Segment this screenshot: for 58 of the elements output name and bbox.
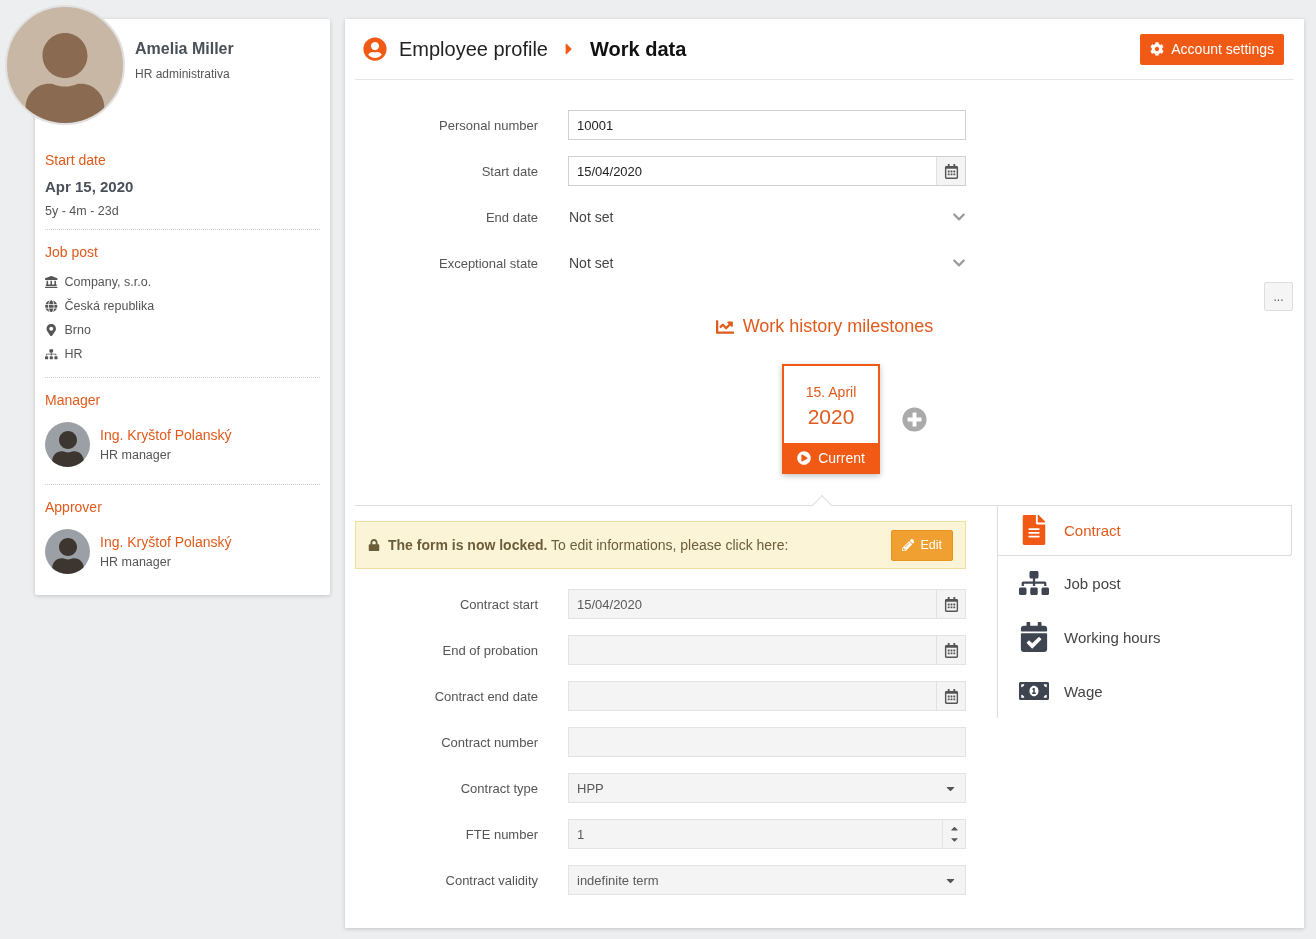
avatar-placeholder [45, 529, 90, 574]
map-pin-icon [45, 323, 58, 337]
job-post-info: Česká republika [64, 299, 155, 313]
section-tab[interactable]: Contract [997, 505, 1292, 556]
job-post-info: Brno [64, 323, 91, 337]
pencil-icon [901, 538, 915, 552]
user-icon [363, 37, 387, 61]
field-label: Contract type [459, 780, 538, 796]
field-label: Contract validity [444, 872, 538, 888]
person-role: HR manager [100, 555, 172, 569]
gear-icon [1150, 42, 1165, 56]
select-field[interactable]: Not set [568, 202, 966, 232]
employee-name: Amelia Miller [135, 40, 235, 58]
calendar-check-icon [1019, 622, 1049, 652]
start-date: Apr 15, 2020 [45, 178, 135, 195]
field-label: End date [484, 209, 538, 225]
page-title: Work data [589, 37, 687, 61]
line-chart-icon [715, 317, 734, 336]
field-label: FTE number [464, 826, 538, 842]
field-label: Personal number [438, 117, 538, 133]
section-heading: Start date [45, 152, 107, 168]
add-icon[interactable] [902, 406, 927, 432]
play-icon [797, 450, 812, 465]
milestone-day: 15. April [784, 384, 878, 400]
field-label: Contract number [440, 734, 538, 750]
employment-duration: 5y - 4m - 23d [45, 204, 120, 218]
account-settings-button[interactable]: Account settings [1140, 33, 1284, 65]
org-chart-icon [1019, 568, 1049, 598]
field-label: Contract end date [433, 688, 538, 704]
globe-icon [45, 299, 58, 313]
job-post-info: HR [64, 347, 83, 361]
select-field[interactable]: Not set [568, 248, 966, 278]
person-link[interactable]: Ing. Kryštof Polanský [100, 427, 232, 443]
field-label: Exceptional state [438, 255, 538, 271]
milestone-card[interactable]: 15. April 2020 Current [782, 364, 880, 474]
org-chart-icon [45, 347, 58, 361]
bank-icon [45, 275, 58, 289]
section-heading: Approver [45, 499, 103, 515]
milestone-year: 2020 [806, 405, 856, 429]
person-role: HR manager [100, 448, 172, 462]
section-heading: Job post [45, 244, 99, 260]
job-post-info: Company, s.r.o. [64, 275, 152, 289]
field-label: End of probation [441, 642, 538, 658]
milestone-status: Current [784, 443, 878, 472]
more-button[interactable]: ... [1264, 282, 1293, 311]
lock-message: The form is now locked. To edit informations, please click here: [388, 537, 790, 553]
avatar-placeholder [45, 422, 90, 467]
employee-role: HR administrativa [135, 67, 231, 81]
lock-icon [368, 539, 380, 551]
person-link[interactable]: Ing. Kryštof Polanský [100, 534, 232, 550]
milestones-title: Work history milestones [742, 316, 934, 337]
section-heading: Manager [45, 392, 102, 408]
field-label: Contract start [458, 596, 538, 612]
input-field[interactable]: 10001 [568, 110, 966, 140]
date-field[interactable]: 15/04/2020 [568, 156, 966, 186]
calendar-icon[interactable] [943, 163, 959, 179]
breadcrumb-link[interactable]: Employee profile [399, 37, 548, 61]
field-label: Start date [480, 163, 538, 179]
